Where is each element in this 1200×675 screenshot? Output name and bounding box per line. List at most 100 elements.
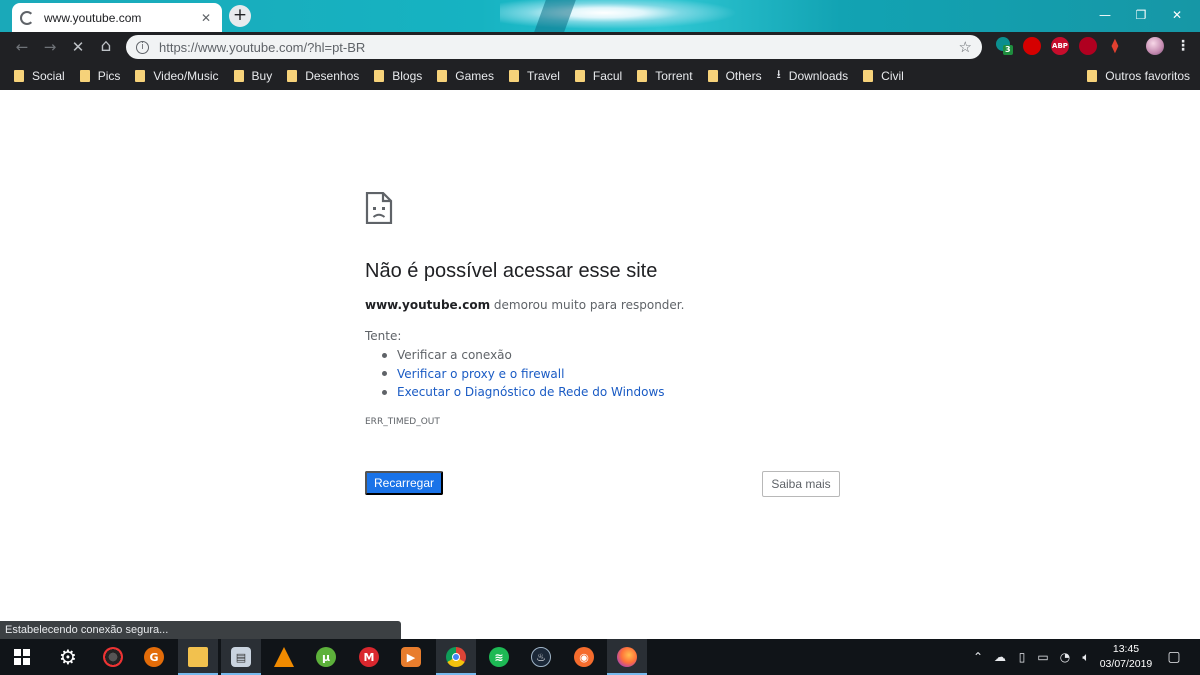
taskbar-settings[interactable]: ⚙ bbox=[48, 639, 88, 675]
address-bar[interactable]: i https://www.youtube.com/?hl=pt-BR ☆ bbox=[126, 35, 982, 59]
bookmark-folder-buy[interactable]: Buy bbox=[233, 69, 272, 83]
tray-onedrive-icon[interactable]: ☁ bbox=[990, 639, 1010, 675]
suggestion-run-network-diagnostics-link[interactable]: Executar o Diagnóstico de Rede do Window… bbox=[382, 383, 665, 402]
folder-icon bbox=[437, 69, 448, 82]
settings-gear-icon: ⚙ bbox=[59, 645, 77, 669]
video-editor-icon: ▤ bbox=[231, 647, 251, 667]
error-description-text: demorou muito para responder. bbox=[490, 298, 685, 312]
download-icon: ⭳ bbox=[776, 67, 781, 81]
bullet-icon bbox=[382, 371, 387, 377]
error-host: www.youtube.com bbox=[365, 298, 491, 312]
extension-badge-counter-icon[interactable]: 3 bbox=[996, 37, 1014, 55]
taskbar-utorrent[interactable]: µ bbox=[306, 639, 346, 675]
folder-icon bbox=[135, 69, 146, 82]
origin-icon: ◉ bbox=[574, 647, 594, 667]
bookmark-folder-civil[interactable]: Civil bbox=[863, 69, 904, 83]
tray-volume-icon[interactable]: 🔈︎ bbox=[1076, 639, 1096, 675]
extension-ublock-icon[interactable] bbox=[1079, 37, 1097, 55]
bookmark-star-icon[interactable]: ☆ bbox=[959, 38, 972, 56]
bookmark-folder-others[interactable]: Others bbox=[707, 69, 762, 83]
bookmark-folder-pics[interactable]: Pics bbox=[79, 69, 120, 83]
media-player-icon: ▶ bbox=[401, 647, 421, 667]
new-tab-button[interactable]: + bbox=[229, 5, 251, 27]
chrome-menu-icon[interactable]: ⋮ bbox=[1174, 37, 1192, 55]
bookmark-folder-games[interactable]: Games bbox=[437, 69, 494, 83]
bookmark-folder-torrent[interactable]: Torrent bbox=[637, 69, 693, 83]
utorrent-icon: µ bbox=[316, 647, 336, 667]
status-bubble: Estabelecendo conexão segura... bbox=[0, 621, 401, 639]
tray-usb-device-icon[interactable]: ▯ bbox=[1012, 639, 1032, 675]
reload-button[interactable]: Recarregar bbox=[365, 471, 443, 495]
folder-icon bbox=[574, 69, 585, 82]
steam-icon: ♨ bbox=[531, 647, 551, 667]
bookmark-folder-other-favorites[interactable]: Outros favoritos bbox=[1087, 61, 1190, 90]
taskbar-vlc[interactable] bbox=[264, 639, 304, 675]
clock-date: 03/07/2019 bbox=[1099, 658, 1153, 670]
learn-more-button[interactable]: Saiba mais bbox=[762, 471, 840, 497]
taskbar-clock[interactable]: 13:45 03/07/2019 bbox=[1096, 642, 1156, 672]
extension-red-shield-icon[interactable] bbox=[1023, 37, 1041, 55]
browser-tab-youtube[interactable]: www.youtube.com ✕ bbox=[12, 3, 222, 32]
taskbar-steam[interactable]: ♨ bbox=[521, 639, 561, 675]
taskbar-media-player[interactable]: ▶ bbox=[391, 639, 431, 675]
taskbar-origin[interactable]: ◉ bbox=[564, 639, 604, 675]
bookmark-folder-social[interactable]: Social bbox=[14, 69, 65, 83]
extension-acrobat-icon[interactable]: ⧫ bbox=[1106, 37, 1124, 55]
taskbar-file-explorer[interactable] bbox=[178, 639, 218, 675]
home-button[interactable]: ⌂ bbox=[92, 32, 120, 60]
sad-page-icon bbox=[365, 192, 393, 224]
mega-icon: M bbox=[359, 647, 379, 667]
address-bar-url[interactable]: https://www.youtube.com/?hl=pt-BR bbox=[159, 40, 959, 55]
bookmark-folder-blogs[interactable]: Blogs bbox=[374, 69, 422, 83]
bookmark-folder-video-music[interactable]: Video/Music bbox=[135, 69, 219, 83]
bookmark-downloads[interactable]: ⭳ Downloads bbox=[777, 65, 849, 86]
suggestion-list: Verificar a conexão Verificar o proxy e … bbox=[382, 346, 665, 402]
vlc-icon bbox=[274, 647, 294, 667]
taskbar-obs[interactable] bbox=[93, 639, 133, 675]
profile-avatar-icon[interactable] bbox=[1146, 37, 1164, 55]
bookmark-folder-facul[interactable]: Facul bbox=[574, 69, 622, 83]
taskbar-gimp[interactable]: G bbox=[134, 639, 174, 675]
windows-start-icon bbox=[14, 649, 30, 665]
stop-loading-button[interactable]: ✕ bbox=[64, 33, 92, 61]
taskbar-video-editor[interactable]: ▤ bbox=[221, 639, 261, 675]
tab-strip: www.youtube.com ✕ + — ❐ ✕ bbox=[0, 0, 1200, 32]
error-description: www.youtube.com demorou muito para respo… bbox=[365, 298, 684, 312]
loading-spinner-icon bbox=[20, 10, 34, 25]
site-info-icon[interactable]: i bbox=[136, 40, 149, 54]
action-center-icon[interactable]: ▢ bbox=[1163, 639, 1185, 675]
windows-taskbar: ⚙ G ▤ µ M ▶ ≋ ♨ ◉ ⌃ ☁ ▯ ▭ ◔ 🔈︎ 13:45 03/… bbox=[0, 639, 1200, 675]
forward-button[interactable]: → bbox=[36, 33, 64, 61]
taskbar-spotify[interactable]: ≋ bbox=[479, 639, 519, 675]
suggestion-check-proxy-firewall-link[interactable]: Verificar o proxy e o firewall bbox=[382, 365, 665, 384]
folder-icon bbox=[374, 69, 385, 82]
taskbar-chrome[interactable] bbox=[436, 639, 476, 675]
folder-icon bbox=[233, 69, 244, 82]
obs-icon bbox=[103, 647, 123, 667]
bullet-icon bbox=[382, 389, 387, 395]
back-button[interactable]: ← bbox=[8, 33, 36, 61]
extension-adblock-plus-icon[interactable]: ABP bbox=[1051, 37, 1069, 55]
taskbar-mega[interactable]: M bbox=[349, 639, 389, 675]
bookmarks-bar: Social Pics Video/Music Buy Desenhos Blo… bbox=[0, 61, 1200, 90]
tray-wifi-icon[interactable]: ◔ bbox=[1055, 639, 1075, 675]
bookmark-folder-desenhos[interactable]: Desenhos bbox=[287, 69, 359, 83]
folder-icon bbox=[79, 69, 90, 82]
close-window-button[interactable]: ✕ bbox=[1154, 0, 1200, 30]
tab-close-icon[interactable]: ✕ bbox=[198, 11, 214, 25]
folder-icon bbox=[863, 69, 874, 82]
bookmark-folder-travel[interactable]: Travel bbox=[508, 69, 560, 83]
taskbar-firefox[interactable] bbox=[607, 639, 647, 675]
suggestion-check-connection: Verificar a conexão bbox=[382, 346, 665, 365]
spotify-icon: ≋ bbox=[489, 647, 509, 667]
chrome-icon bbox=[446, 647, 466, 667]
extension-badge-count: 3 bbox=[1003, 45, 1013, 55]
windows-start-button[interactable] bbox=[2, 639, 42, 675]
tray-battery-icon[interactable]: ▭ bbox=[1033, 639, 1053, 675]
file-explorer-icon bbox=[188, 647, 208, 667]
folder-icon bbox=[1087, 69, 1098, 82]
bullet-icon bbox=[382, 352, 387, 358]
tray-show-hidden-icon[interactable]: ⌃ bbox=[968, 639, 988, 675]
folder-icon bbox=[707, 69, 718, 82]
folder-icon bbox=[508, 69, 519, 82]
